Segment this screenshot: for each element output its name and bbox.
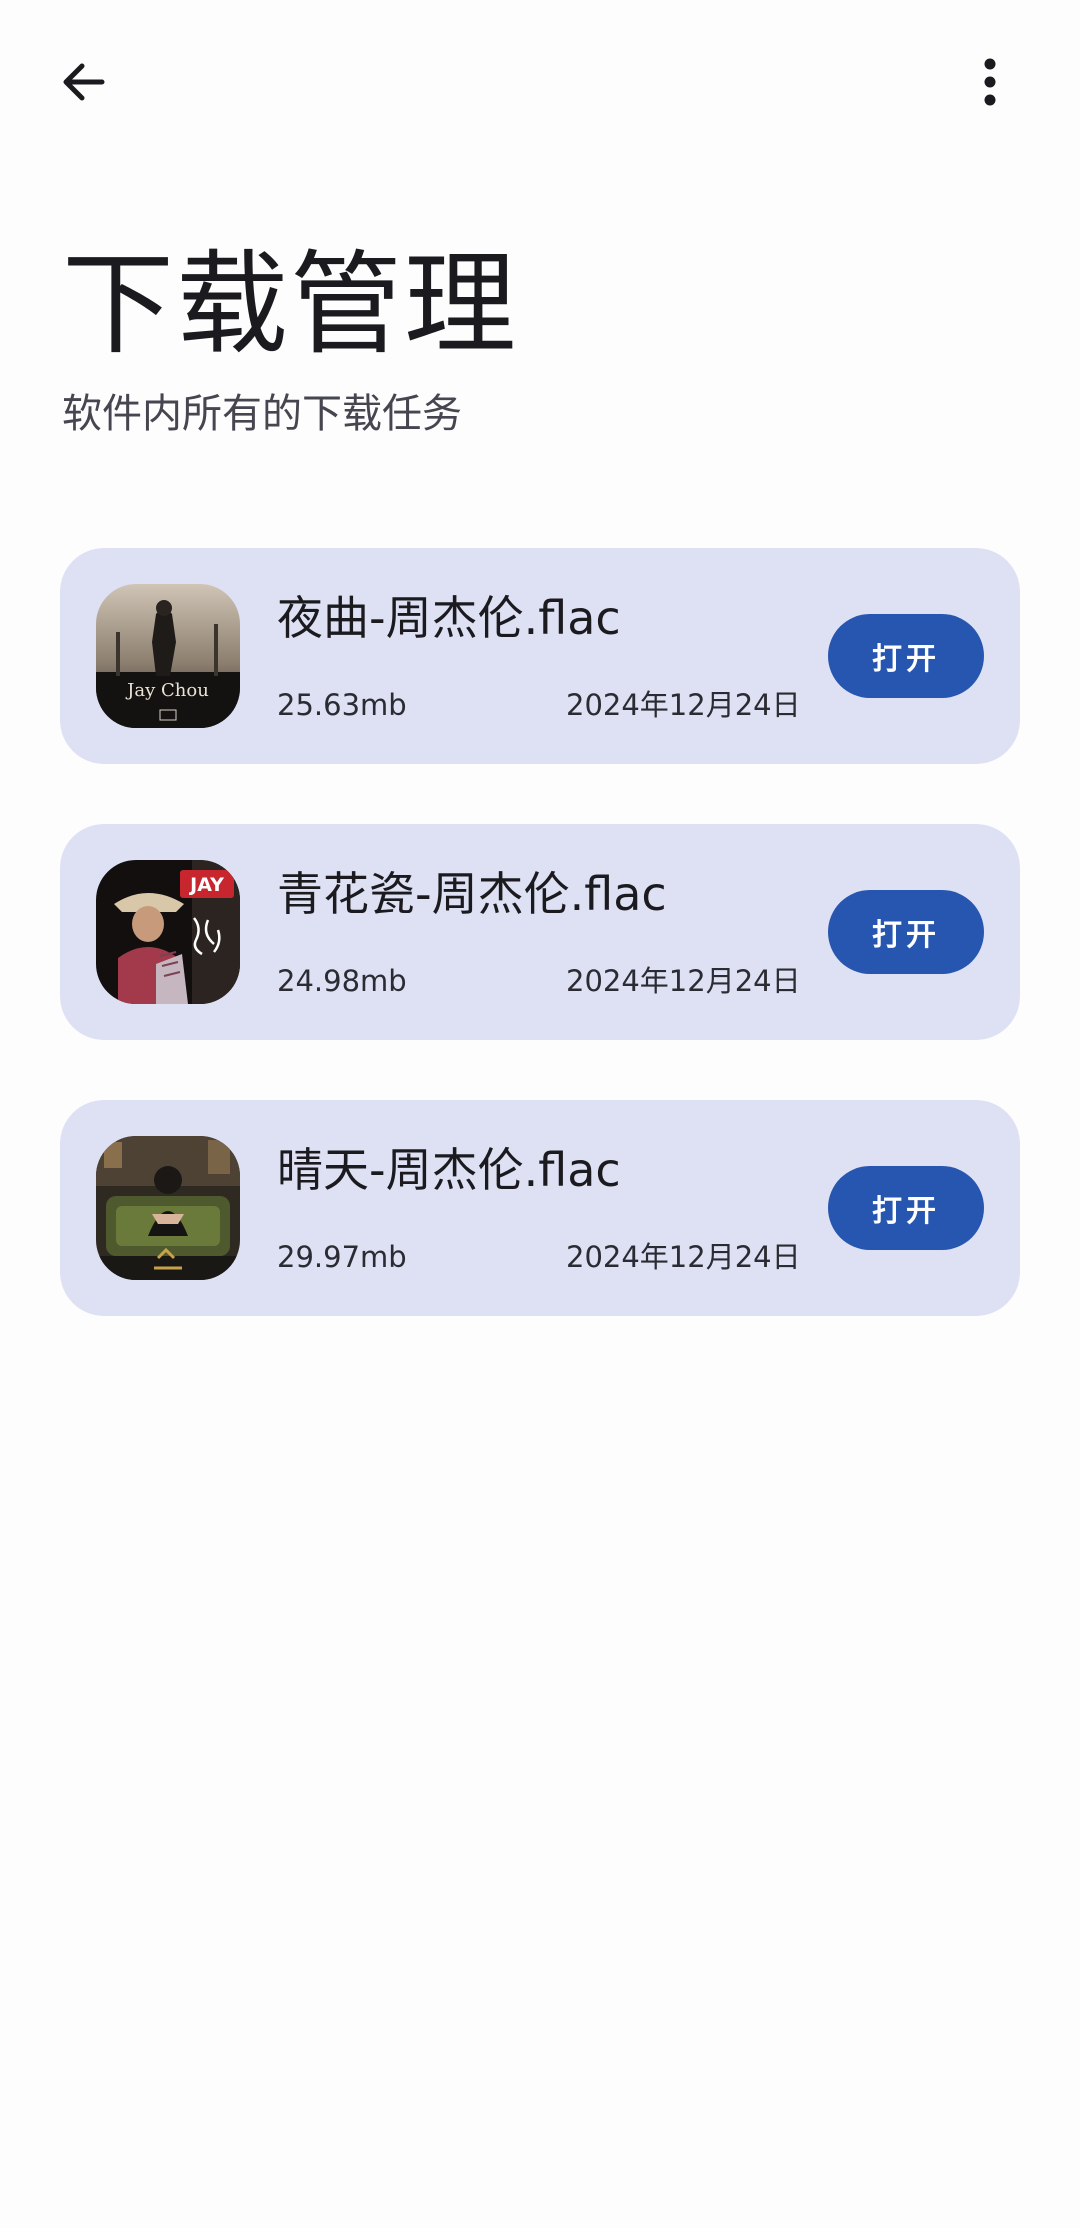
top-app-bar bbox=[0, 0, 1080, 170]
file-name: 青花瓷-周杰伦.flac bbox=[277, 867, 667, 921]
arrow-back-icon bbox=[56, 54, 112, 114]
svg-text:Jay Chou: Jay Chou bbox=[125, 680, 209, 701]
file-size: 25.63mb bbox=[277, 688, 407, 722]
more-options-button[interactable] bbox=[950, 44, 1030, 124]
download-date: 2024年12月24日 bbox=[566, 1240, 801, 1274]
open-button[interactable]: 打开 bbox=[828, 890, 984, 974]
download-item[interactable]: 晴天-周杰伦.flac 29.97mb 2024年12月24日 打开 bbox=[60, 1100, 1020, 1316]
file-name: 夜曲-周杰伦.flac bbox=[277, 591, 621, 645]
download-date: 2024年12月24日 bbox=[566, 964, 801, 998]
file-size: 24.98mb bbox=[277, 964, 407, 998]
file-name: 晴天-周杰伦.flac bbox=[277, 1143, 621, 1197]
album-cover-image: JAY bbox=[96, 860, 240, 1004]
back-button[interactable] bbox=[44, 44, 124, 124]
download-date: 2024年12月24日 bbox=[566, 688, 801, 722]
more-vert-icon bbox=[980, 54, 1000, 114]
download-list: Jay Chou 夜曲-周杰伦.flac 25.63mb 2024年12月24日… bbox=[60, 548, 1020, 1376]
page-title: 下载管理 bbox=[62, 240, 518, 370]
album-cover-image: Jay Chou bbox=[96, 584, 240, 728]
file-size: 29.97mb bbox=[277, 1240, 407, 1274]
download-item[interactable]: JAY 青花瓷-周杰伦.flac 24.98mb 2024年12月24日 打开 bbox=[60, 824, 1020, 1040]
open-button[interactable]: 打开 bbox=[828, 1166, 984, 1250]
svg-text:JAY: JAY bbox=[188, 874, 224, 896]
download-item[interactable]: Jay Chou 夜曲-周杰伦.flac 25.63mb 2024年12月24日… bbox=[60, 548, 1020, 764]
album-cover-image bbox=[96, 1136, 240, 1280]
page-subtitle: 软件内所有的下载任务 bbox=[62, 391, 462, 437]
open-button[interactable]: 打开 bbox=[828, 614, 984, 698]
